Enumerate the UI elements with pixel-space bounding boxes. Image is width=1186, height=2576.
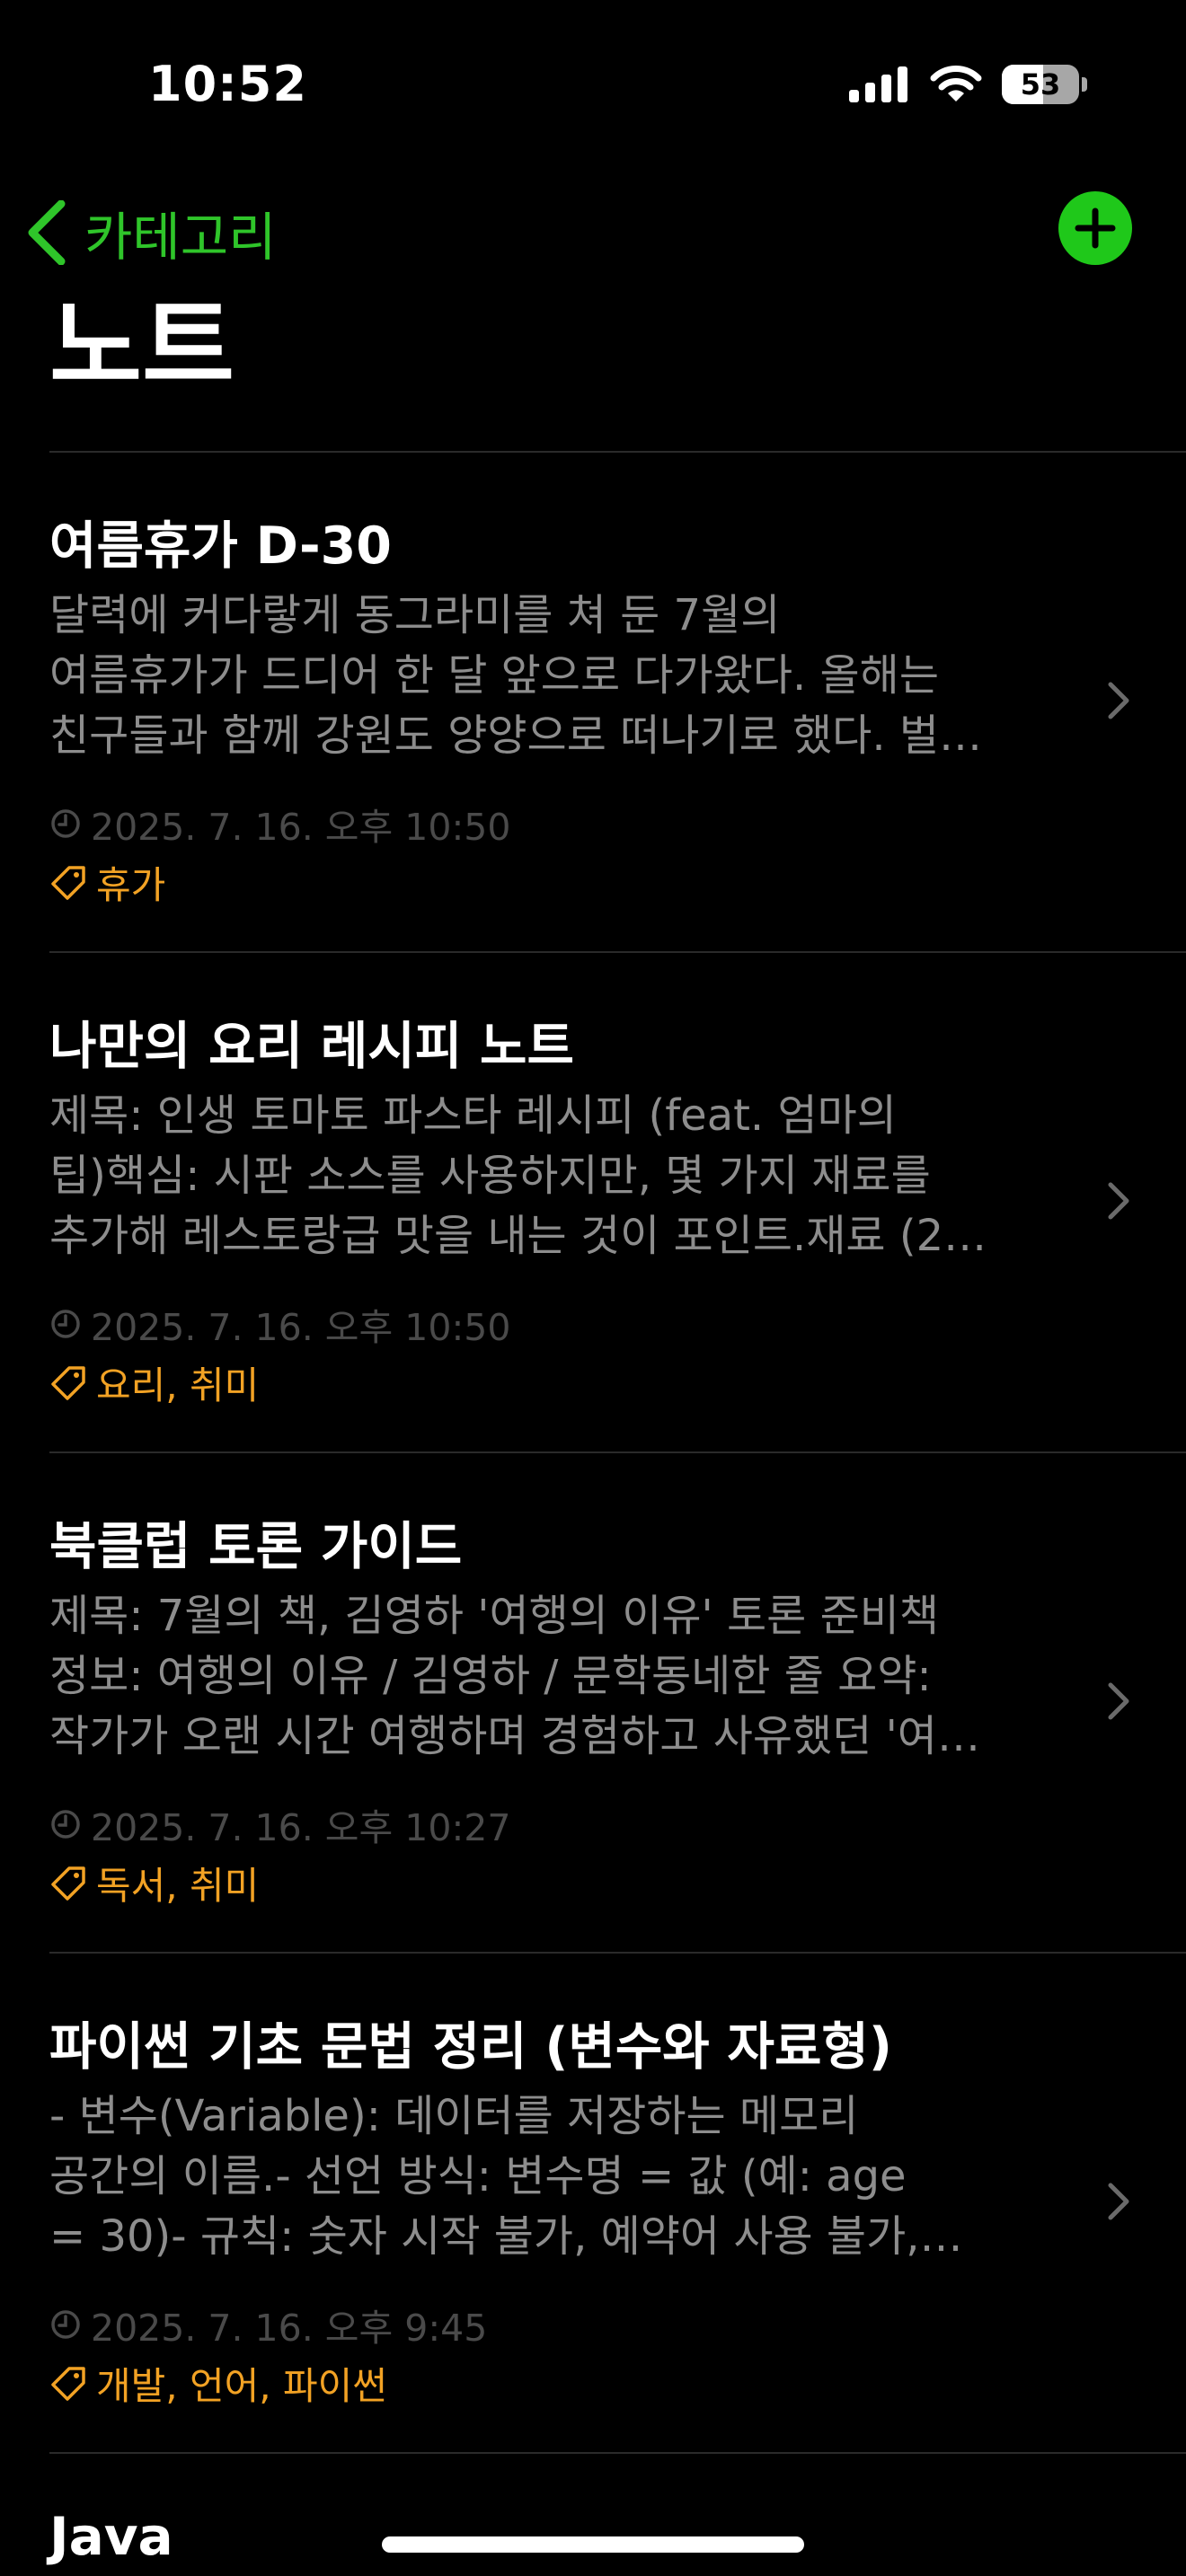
note-preview-line: 정보: 여행의 이유 / 김영하 / 문학동네한 줄 요약: [49, 1651, 932, 1701]
note-preview-line: 친구들과 함께 강원도 양양으로 떠나기로 했다. 벌… [49, 710, 983, 761]
chevron-right-icon [1108, 2183, 1129, 2220]
battery-body: 53 [1002, 65, 1079, 104]
note-tags-text: 요리, 취미 [96, 1363, 260, 1407]
page-title: 노트 [49, 288, 235, 405]
note-item[interactable]: 여름휴가 D-30 달력에 커다랗게 동그라미를 쳐 둔 7월의 여름휴가가 드… [49, 453, 1186, 953]
clock-icon [51, 809, 80, 838]
home-indicator[interactable] [382, 2536, 804, 2553]
note-date: 2025. 7. 16. 오후 10:50 [49, 1297, 510, 1351]
note-preview: 제목: 인생 토마토 파스타 레시피 (feat. 엄마의 팁)핵심: 시판 소… [49, 1086, 1083, 1266]
note-date: 2025. 7. 16. 오후 10:50 [49, 797, 510, 851]
note-item[interactable]: 나만의 요리 레시피 노트 제목: 인생 토마토 파스타 레시피 (feat. … [49, 953, 1186, 1453]
tag-icon [51, 1365, 85, 1400]
note-preview-line: - 변수(Variable): 데이터를 저장하는 메모리 [49, 2091, 859, 2141]
note-preview-line: 작가가 오랜 시간 여행하며 경험하고 사유했던 '여… [49, 1711, 980, 1761]
note-date: 2025. 7. 16. 오후 9:45 [49, 2298, 487, 2351]
tag-icon [51, 1866, 85, 1901]
chevron-right-icon [1108, 1682, 1129, 1720]
back-button[interactable]: 카테고리 [25, 195, 276, 270]
note-date-text: 2025. 7. 16. 오후 10:27 [91, 1806, 511, 1849]
note-preview-line: 공간의 이름.- 선언 방식: 변수명 = 값 (예: age [49, 2151, 907, 2201]
note-item[interactable]: 파이썬 기초 문법 정리 (변수와 자료형) - 변수(Variable): 데… [49, 1954, 1186, 2454]
clock-icon [51, 2310, 80, 2339]
status-bar: 10:52 53 [0, 0, 1186, 171]
note-title: 파이썬 기초 문법 정리 (변수와 자료형) [49, 2017, 892, 2077]
note-date-text: 2025. 7. 16. 오후 10:50 [91, 1306, 511, 1349]
note-preview: 제목: 7월의 책, 김영하 '여행의 이유' 토론 준비책 정보: 여행의 이… [49, 1586, 1083, 1767]
note-title: 여름휴가 D-30 [49, 516, 392, 576]
note-preview-line: = 30)- 규칙: 숫자 시작 불가, 예약어 사용 불가,… [49, 2211, 963, 2262]
note-tags: 요리, 취미 [49, 1355, 259, 1410]
note-tags: 개발, 언어, 파이썬 [49, 2356, 387, 2411]
navigation-bar: 카테고리 [0, 184, 1186, 268]
chevron-right-icon [1108, 1182, 1129, 1220]
note-preview-line: 추가해 레스토랑급 맛을 내는 것이 포인트.재료 (2… [49, 1211, 987, 1261]
chevron-left-icon [28, 200, 66, 265]
note-tags-text: 개발, 언어, 파이썬 [96, 2364, 387, 2408]
plus-circle-icon [1075, 207, 1116, 249]
battery-level: 53 [1020, 67, 1061, 101]
battery-icon: 53 [1002, 65, 1087, 104]
note-item[interactable]: 북클럽 토론 가이드 제목: 7월의 책, 김영하 '여행의 이유' 토론 준비… [49, 1453, 1186, 1954]
back-label: 카테고리 [84, 207, 277, 268]
battery-cap [1082, 77, 1087, 92]
tag-icon [51, 2366, 85, 2401]
note-title-partial[interactable]: Java [49, 2506, 173, 2567]
add-note-button[interactable] [1058, 191, 1132, 265]
note-date: 2025. 7. 16. 오후 10:27 [49, 1797, 510, 1851]
wifi-icon [930, 66, 982, 101]
note-tags-text: 휴가 [96, 863, 166, 907]
note-date-text: 2025. 7. 16. 오후 10:50 [91, 806, 511, 849]
note-title: 북클럽 토론 가이드 [49, 1517, 463, 1576]
note-preview: 달력에 커다랗게 동그라미를 쳐 둔 7월의 여름휴가가 드디어 한 달 앞으로… [49, 586, 1083, 766]
note-list: 여름휴가 D-30 달력에 커다랗게 동그라미를 쳐 둔 7월의 여름휴가가 드… [49, 451, 1186, 2454]
note-tags: 독서, 취미 [49, 1856, 259, 1910]
note-tags-text: 독서, 취미 [96, 1864, 260, 1908]
note-preview-line: 제목: 인생 토마토 파스타 레시피 (feat. 엄마의 [49, 1090, 897, 1141]
note-preview-line: 달력에 커다랗게 동그라미를 쳐 둔 7월의 [49, 590, 781, 640]
status-time: 10:52 [148, 56, 307, 112]
note-date-text: 2025. 7. 16. 오후 9:45 [91, 2307, 488, 2350]
note-title: 나만의 요리 레시피 노트 [49, 1017, 574, 1076]
note-tags: 휴가 [49, 855, 165, 910]
clock-icon [51, 1310, 80, 1338]
note-preview-line: 제목: 7월의 책, 김영하 '여행의 이유' 토론 준비책 [49, 1591, 940, 1641]
status-icons: 53 [849, 65, 1087, 104]
clock-icon [51, 1810, 80, 1839]
note-preview: - 변수(Variable): 데이터를 저장하는 메모리 공간의 이름.- 선… [49, 2086, 1083, 2267]
note-preview-line: 여름휴가가 드디어 한 달 앞으로 다가왔다. 올해는 [49, 650, 940, 701]
chevron-right-icon [1108, 682, 1129, 719]
tag-icon [51, 865, 85, 900]
signal-icon [849, 66, 907, 102]
note-preview-line: 팁)핵심: 시판 소스를 사용하지만, 몇 가지 재료를 [49, 1151, 931, 1201]
